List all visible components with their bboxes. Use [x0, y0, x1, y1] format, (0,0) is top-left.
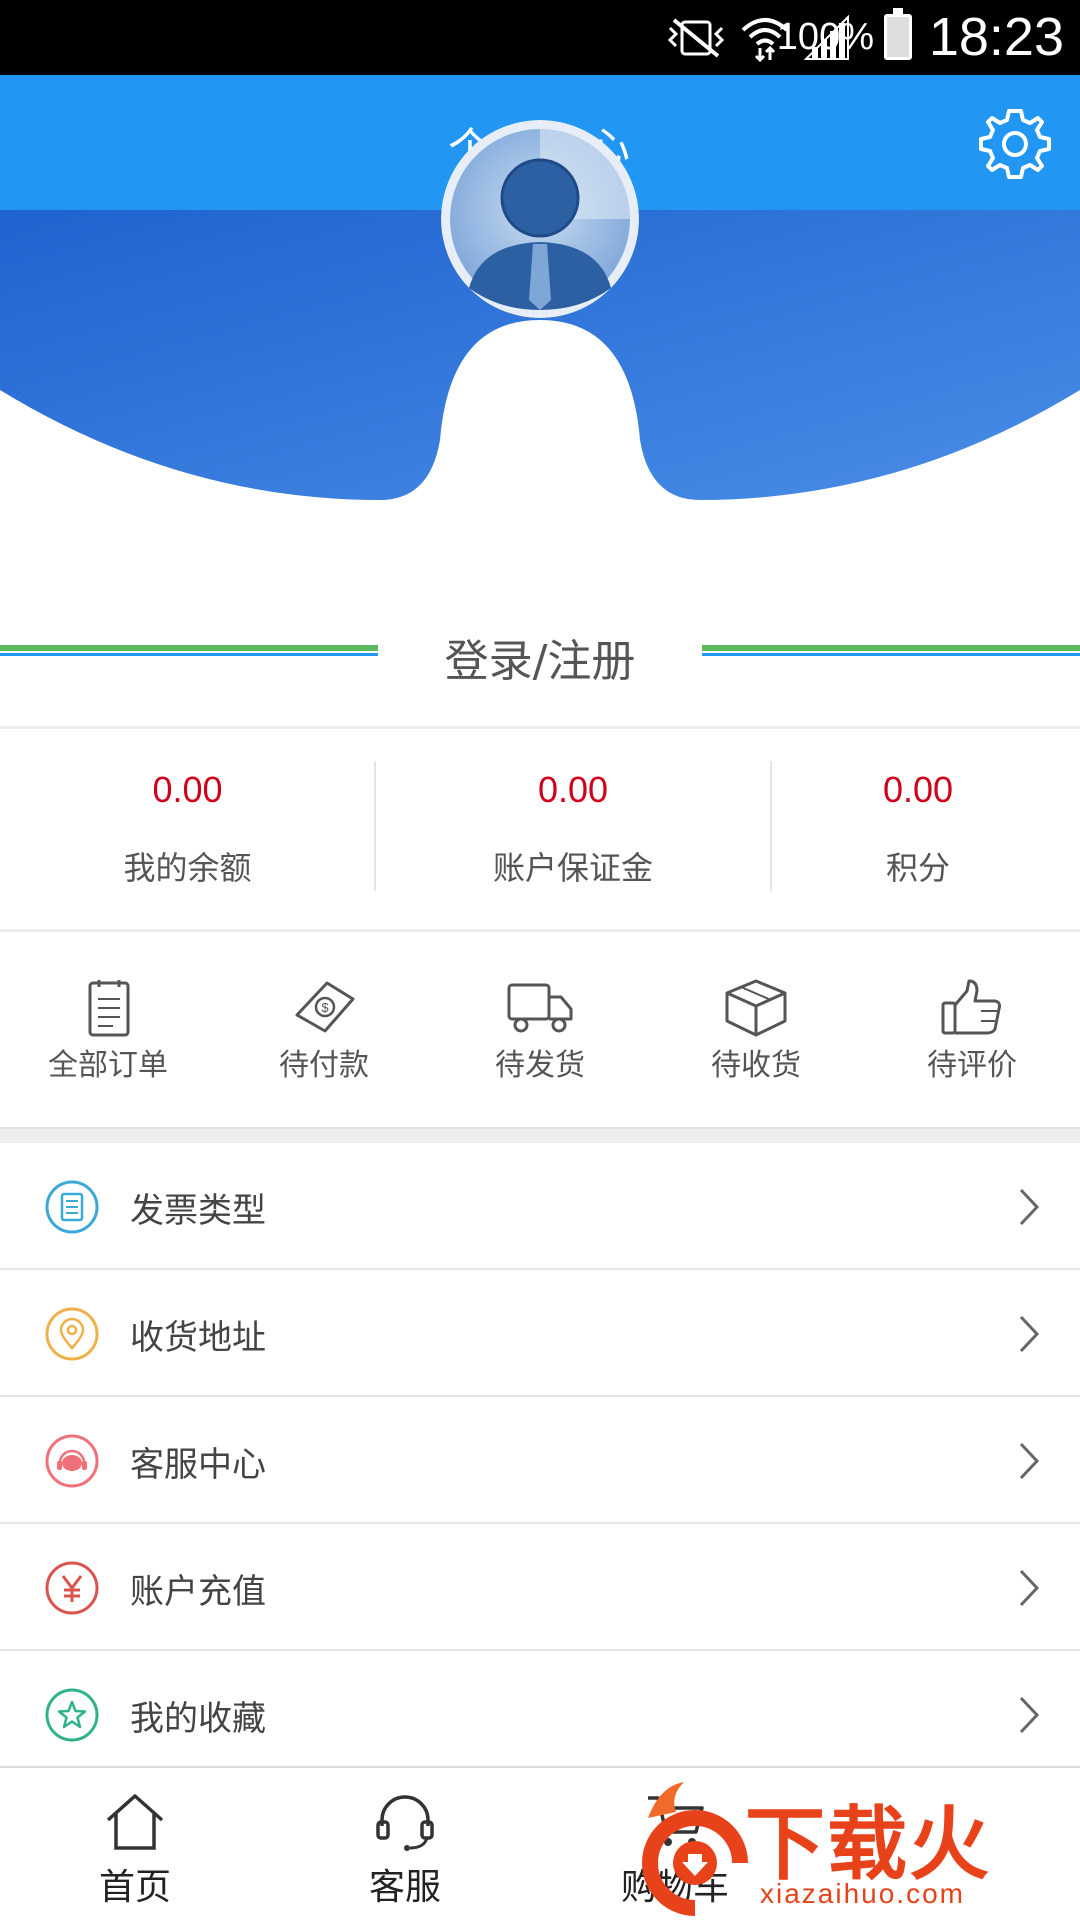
svg-text:$: $ — [321, 1000, 329, 1015]
login-register-link[interactable]: 登录/注册 — [378, 625, 702, 689]
watermark-logo-icon — [642, 1782, 748, 1916]
menu-label: 我的收藏 — [130, 1699, 266, 1739]
status-bar: 100% 18:23 — [0, 0, 1080, 75]
invoice-icon — [45, 1180, 99, 1234]
order-shortcuts: 全部订单 $ 待付款 待发货 待收货 待评价 — [0, 932, 1080, 1127]
home-icon — [106, 1794, 164, 1850]
battery-icon — [884, 8, 912, 60]
account-stats: 0.00 我的余额 0.00 账户保证金 0.00 积分 — [0, 726, 1080, 932]
stat-label: 我的余额 — [123, 849, 252, 887]
stat-value: 0.00 — [882, 769, 954, 810]
headset-icon — [376, 1795, 434, 1851]
tab-label: 首页 — [98, 1867, 171, 1908]
stat-value: 0.00 — [152, 769, 223, 810]
menu-label: 客服中心 — [130, 1445, 266, 1485]
order-pending-review[interactable]: 待评价 — [864, 932, 1080, 1127]
watermark: 下载火 xiazaihuo.com — [640, 1770, 1080, 1920]
battery-percentage: 100% — [776, 16, 874, 58]
menu-label: 发票类型 — [130, 1191, 266, 1231]
order-pending-payment[interactable]: $ 待付款 — [216, 932, 432, 1127]
clock: 18:23 — [928, 7, 1064, 67]
menu-item-invoice-type[interactable]: 发票类型 — [0, 1143, 1080, 1270]
menu-item-account-recharge[interactable]: 账户充值 — [0, 1524, 1080, 1651]
stat-balance[interactable]: 0.00 我的余额 — [0, 729, 375, 935]
order-label: 待付款 — [279, 1048, 369, 1083]
menu-label: 账户充值 — [130, 1572, 266, 1612]
yuan-icon — [45, 1561, 99, 1615]
tab-customer-service[interactable]: 客服 — [270, 1768, 540, 1920]
chevron-right-icon — [1019, 1696, 1040, 1734]
vibrate-mute-icon — [667, 17, 725, 58]
menu-list: 发票类型 收货地址 客服中心 账户充值 我的收藏 — [0, 1143, 1080, 1778]
menu-item-favorites[interactable]: 我的收藏 — [0, 1651, 1080, 1778]
stat-label: 账户保证金 — [492, 849, 653, 887]
login-divider-left — [0, 645, 378, 657]
avatar[interactable] — [441, 120, 639, 318]
order-pending-shipment[interactable]: 待发货 — [432, 932, 648, 1127]
money-bill-icon: $ — [295, 981, 355, 1033]
order-pending-receipt[interactable]: 待收货 — [648, 932, 864, 1127]
location-pin-icon — [45, 1307, 99, 1361]
stat-points[interactable]: 0.00 积分 — [772, 729, 1064, 935]
stat-value: 0.00 — [537, 769, 609, 810]
stat-deposit[interactable]: 0.00 账户保证金 — [376, 729, 770, 935]
gear-icon[interactable] — [976, 105, 1054, 183]
order-label: 待收货 — [711, 1048, 801, 1083]
watermark-url: xiazaihuo.com — [760, 1878, 965, 1909]
menu-item-customer-service[interactable]: 客服中心 — [0, 1397, 1080, 1524]
star-icon — [45, 1688, 99, 1742]
truck-icon — [507, 983, 573, 1033]
tab-home[interactable]: 首页 — [0, 1768, 270, 1920]
chevron-right-icon — [1019, 1188, 1040, 1226]
order-label: 待发货 — [495, 1048, 585, 1083]
thumbs-up-icon — [941, 979, 1001, 1035]
clipboard-icon — [88, 980, 130, 1037]
menu-label: 收货地址 — [130, 1318, 266, 1358]
section-separator — [0, 1127, 1080, 1143]
tab-label: 客服 — [368, 1867, 441, 1908]
chevron-right-icon — [1019, 1442, 1040, 1480]
chevron-right-icon — [1019, 1569, 1040, 1607]
login-divider-right — [702, 645, 1080, 657]
stat-label: 积分 — [885, 849, 950, 887]
order-label: 全部订单 — [48, 1048, 168, 1083]
menu-item-shipping-address[interactable]: 收货地址 — [0, 1270, 1080, 1397]
order-label: 待评价 — [927, 1048, 1017, 1083]
package-icon — [725, 979, 787, 1037]
customer-service-icon — [45, 1434, 99, 1488]
chevron-right-icon — [1019, 1315, 1040, 1353]
order-all[interactable]: 全部订单 — [0, 932, 216, 1127]
